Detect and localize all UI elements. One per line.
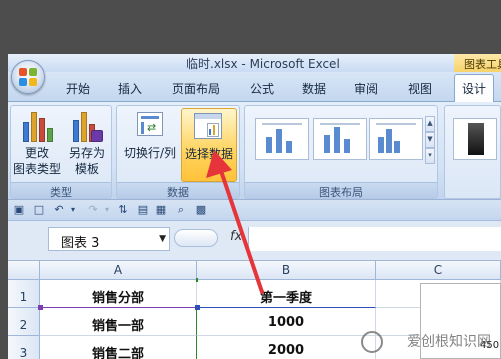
form-icon[interactable]: ▤: [136, 203, 150, 217]
layout-gallery-scroll[interactable]: ▲ ▼ ▾: [425, 116, 435, 164]
save-as-template-button[interactable]: 另存为 模板: [65, 108, 109, 182]
tab-formulas[interactable]: 公式: [250, 80, 274, 97]
watermark-logo-icon: [361, 331, 383, 353]
switch-row-column-label: 切换行/列: [123, 146, 177, 160]
selection-handle-green[interactable]: [196, 278, 198, 282]
desktop-background-top: [0, 0, 501, 54]
undo-icon[interactable]: ↶: [52, 203, 66, 217]
borders-icon[interactable]: ▩: [194, 203, 208, 217]
group-chart-layouts-label: 图表布局: [245, 182, 437, 199]
new-file-icon[interactable]: □: [32, 203, 46, 217]
row-header-1[interactable]: 1: [8, 280, 40, 308]
column-header-a[interactable]: A: [40, 261, 197, 280]
formula-bar: 图表 3 ▼ fx: [8, 221, 501, 261]
change-type-label-1: 更改: [24, 146, 49, 160]
cell-b3[interactable]: 2000: [197, 336, 376, 359]
selection-handle-blue[interactable]: [195, 305, 200, 310]
select-data-button[interactable]: 选择数据: [181, 108, 237, 182]
ribbon: 更改 图表类型 另存为 模板 类型 ⇄ 切换行/列 选择数据 数据 ▲ ▼ ▾ …: [8, 102, 501, 200]
tab-insert[interactable]: 插入: [118, 80, 142, 97]
column-header-b[interactable]: B: [197, 261, 376, 280]
ribbon-tabs: 开始 插入 页面布局 公式 数据 审阅 视图 设计: [8, 72, 501, 103]
formula-bar-collapse-button[interactable]: [174, 229, 218, 247]
tab-view[interactable]: 视图: [408, 80, 432, 97]
undo-dropdown-icon[interactable]: ▾: [66, 203, 80, 217]
zoom-icon[interactable]: ⌕: [174, 203, 188, 217]
chart-layout-2[interactable]: [313, 118, 367, 160]
sort-icon[interactable]: ⇅: [116, 203, 130, 217]
save-template-icon: [73, 110, 103, 142]
save-icon[interactable]: ▣: [12, 203, 26, 217]
cell-a2[interactable]: 销售一部: [40, 308, 197, 336]
group-type-label: 类型: [11, 182, 111, 199]
cell-a3[interactable]: 销售二部: [40, 336, 197, 359]
group-chart-styles: [444, 105, 501, 199]
group-data: ⇄ 切换行/列 选择数据 数据: [116, 105, 240, 199]
change-chart-type-button[interactable]: 更改 图表类型: [13, 108, 61, 182]
cell-b2[interactable]: 1000: [197, 308, 376, 336]
redo-icon[interactable]: ↷: [86, 203, 100, 217]
tab-design[interactable]: 设计: [454, 74, 494, 103]
gallery-down-icon[interactable]: ▼: [425, 132, 435, 148]
watermark-text: 爱创根知识网: [407, 334, 491, 350]
office-logo-icon: [19, 68, 37, 86]
title-bar: 临时.xlsx - Microsoft Excel 图表工具: [8, 54, 501, 72]
selection-handle-purple[interactable]: [38, 305, 43, 310]
switch-row-column-button[interactable]: ⇄ 切换行/列: [121, 108, 179, 182]
tab-page-layout[interactable]: 页面布局: [172, 80, 220, 97]
window-title: 临时.xlsx - Microsoft Excel: [186, 57, 340, 71]
gallery-more-icon[interactable]: ▾: [425, 148, 435, 164]
group-chart-layouts: ▲ ▼ ▾ 图表布局: [244, 105, 438, 199]
cell-b1[interactable]: 第一季度: [197, 280, 376, 308]
select-all-corner[interactable]: [8, 261, 40, 280]
chart-layout-1[interactable]: [255, 118, 309, 160]
tab-review[interactable]: 审阅: [354, 80, 378, 97]
select-data-icon: [194, 113, 222, 139]
name-box-value: 图表 3: [61, 236, 100, 251]
chart-tools-context-tab[interactable]: 图表工具: [454, 54, 501, 72]
chart-type-icon: [23, 110, 53, 142]
row-header-2[interactable]: 2: [8, 308, 40, 336]
name-box[interactable]: 图表 3 ▼: [48, 227, 170, 251]
formula-input[interactable]: [248, 227, 501, 251]
group-type: 更改 图表类型 另存为 模板 类型: [10, 105, 112, 199]
print-preview-icon[interactable]: ▦: [154, 203, 168, 217]
cell-a1[interactable]: 销售分部: [40, 280, 197, 308]
tab-data[interactable]: 数据: [302, 80, 326, 97]
tab-home[interactable]: 开始: [66, 80, 90, 97]
name-box-dropdown-icon[interactable]: ▼: [159, 234, 166, 244]
insert-function-icon[interactable]: fx: [230, 229, 242, 244]
quick-access-toolbar: ▣ □ ↶ ▾ ↷ ▾ ⇅ ▤ ▦ ⌕ ▩: [8, 200, 501, 221]
chart-style-1[interactable]: [453, 118, 497, 160]
redo-dropdown-icon[interactable]: ▾: [100, 203, 114, 217]
group-data-label: 数据: [117, 182, 239, 199]
switch-row-column-icon: ⇄: [137, 112, 163, 136]
column-header-c[interactable]: C: [376, 261, 501, 280]
gallery-up-icon[interactable]: ▲: [425, 116, 435, 132]
chart-layout-3[interactable]: [369, 118, 423, 160]
row-header-3[interactable]: 3: [8, 336, 40, 359]
change-type-label-2: 图表类型: [12, 162, 61, 176]
save-template-label-1: 另存为: [68, 146, 105, 160]
select-data-label: 选择数据: [184, 147, 233, 161]
office-button[interactable]: [11, 60, 45, 94]
desktop-background-left: [0, 54, 8, 359]
save-template-label-2: 模板: [74, 162, 99, 176]
